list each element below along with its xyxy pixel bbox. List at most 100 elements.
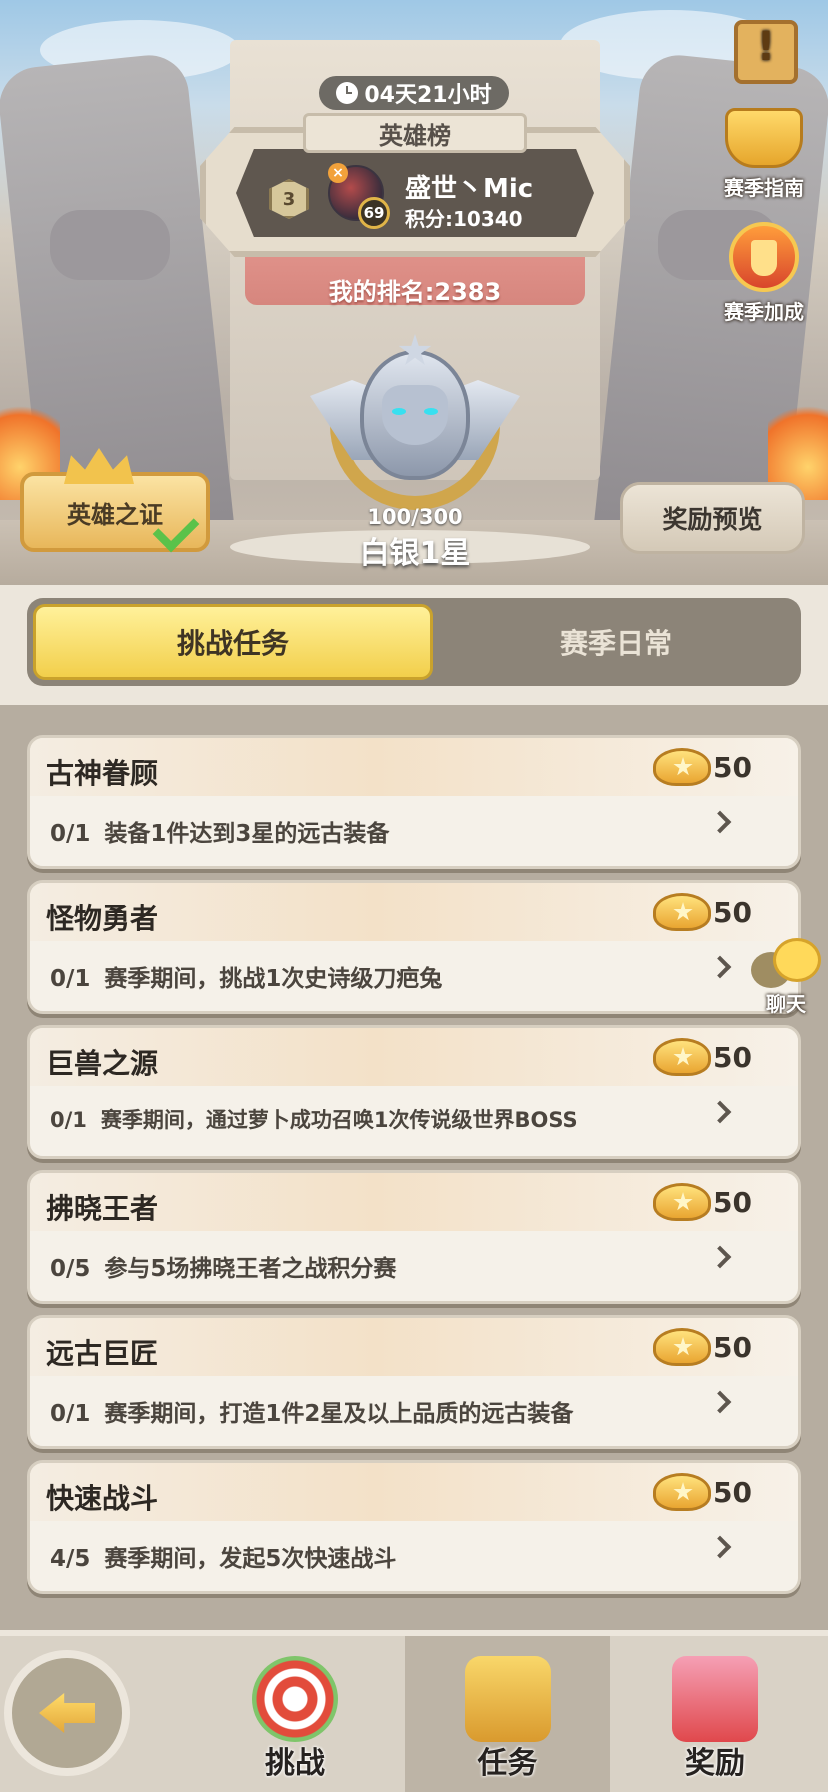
bottom-nav: 挑战 任务 奖励 xyxy=(0,1630,828,1792)
reward-preview-button[interactable]: 奖励预览 xyxy=(620,482,805,554)
task-title: 古神眷顾 xyxy=(46,757,159,790)
task-tabs: 挑战任务 赛季日常 xyxy=(27,598,801,686)
target-icon xyxy=(252,1656,338,1742)
season-countdown: 04天21小时 xyxy=(319,76,509,110)
chevron-right-icon[interactable] xyxy=(708,1390,732,1414)
task-description: 0/1 赛季期间，打造1件2星及以上品质的远古装备 xyxy=(50,1394,573,1428)
task-reward: 50 xyxy=(653,1183,752,1221)
task-desc-text: 赛季期间，挑战1次史诗级刀疤兔 xyxy=(104,966,443,992)
tab-season-daily[interactable]: 赛季日常 xyxy=(437,604,795,680)
task-progress: 4/5 xyxy=(50,1546,91,1572)
gift-icon xyxy=(672,1656,758,1742)
task-reward: 50 xyxy=(653,748,752,786)
task-card[interactable]: 远古巨匠 50 0/1 赛季期间，打造1件2星及以上品质的远古装备 xyxy=(27,1315,801,1449)
leaderboard-panel[interactable]: 英雄榜 3 × 69 盛世丶Mic 积分:10340 xyxy=(200,113,630,263)
task-progress: 0/1 xyxy=(50,821,91,847)
player-level-badge: 69 xyxy=(358,197,390,229)
nav-task[interactable]: 任务 xyxy=(405,1636,610,1792)
back-button[interactable] xyxy=(4,1650,130,1776)
task-reward-value: 50 xyxy=(713,1330,752,1364)
wolf-eye-icon xyxy=(424,408,438,415)
bonus-icon xyxy=(729,222,799,292)
chevron-right-icon[interactable] xyxy=(708,955,732,979)
task-reward: 50 xyxy=(653,1473,752,1511)
treasure-icon xyxy=(725,108,803,168)
reward-preview-label: 奖励预览 xyxy=(662,505,763,534)
task-list[interactable]: 古神眷顾 50 0/1 装备1件达到3星的远古装备 怪物勇者 50 0/1 赛季期间… xyxy=(0,705,828,1630)
task-reward-value: 50 xyxy=(713,1040,752,1074)
task-card[interactable]: 怪物勇者 50 0/1 赛季期间，挑战1次史诗级刀疤兔 xyxy=(27,880,801,1014)
medal-icon xyxy=(653,893,712,931)
task-desc-text: 赛季期间，通过萝卜成功召唤1次传说级世界BOSS xyxy=(100,1108,578,1132)
season-bonus-label: 赛季加成 xyxy=(724,300,804,324)
nav-reward-label: 奖励 xyxy=(685,1746,745,1781)
task-progress: 0/1 xyxy=(50,1401,91,1427)
task-reward-value: 50 xyxy=(713,895,752,929)
task-description: 4/5 赛季期间，发起5次快速战斗 xyxy=(50,1539,396,1573)
task-reward: 50 xyxy=(653,1328,752,1366)
nav-challenge-label: 挑战 xyxy=(265,1746,325,1781)
task-card[interactable]: 古神眷顾 50 0/1 装备1件达到3星的远古装备 xyxy=(27,735,801,869)
medal-icon xyxy=(653,1473,712,1511)
hero-proof-label: 英雄之证 xyxy=(67,500,163,529)
chevron-right-icon[interactable] xyxy=(708,1245,732,1269)
medal-icon xyxy=(653,1038,712,1076)
task-title: 拂晓王者 xyxy=(46,1192,159,1225)
season-bonus-button[interactable]: 赛季加成 xyxy=(714,222,814,325)
task-reward: 50 xyxy=(653,1038,752,1076)
task-desc-text: 装备1件达到3星的远古装备 xyxy=(104,821,390,847)
task-description: 0/5 参与5场拂晓王者之战积分赛 xyxy=(50,1249,396,1283)
nav-reward[interactable]: 奖励 xyxy=(615,1636,815,1792)
nav-challenge[interactable]: 挑战 xyxy=(195,1636,395,1792)
season-guide-button[interactable]: 赛季指南 xyxy=(714,108,814,201)
player-score: 积分:10340 xyxy=(405,207,523,231)
task-progress: 0/1 xyxy=(50,966,91,992)
task-reward-value: 50 xyxy=(713,750,752,784)
medal-icon xyxy=(653,1183,712,1221)
medal-icon xyxy=(653,1328,712,1366)
task-card[interactable]: 快速战斗 50 4/5 赛季期间，发起5次快速战斗 xyxy=(27,1460,801,1594)
chevron-right-icon[interactable] xyxy=(708,1535,732,1559)
task-title: 巨兽之源 xyxy=(46,1047,159,1080)
task-reward-value: 50 xyxy=(713,1475,752,1509)
task-reward-value: 50 xyxy=(713,1185,752,1219)
nav-task-label: 任务 xyxy=(477,1746,538,1781)
task-desc-text: 赛季期间，发起5次快速战斗 xyxy=(104,1546,397,1572)
task-title: 快速战斗 xyxy=(46,1482,159,1515)
task-card[interactable]: 拂晓王者 50 0/5 参与5场拂晓王者之战积分赛 xyxy=(27,1170,801,1304)
task-desc-text: 参与5场拂晓王者之战积分赛 xyxy=(104,1256,397,1282)
task-description: 0/1 装备1件达到3星的远古装备 xyxy=(50,814,389,848)
rank-progress: 100/300 xyxy=(367,505,463,529)
task-description: 0/1 赛季期间，挑战1次史诗级刀疤兔 xyxy=(50,959,442,993)
hero-proof-button[interactable]: 英雄之证 xyxy=(20,448,210,553)
notice-button[interactable]: ! xyxy=(716,20,816,88)
totem-face-left xyxy=(50,210,170,280)
back-arrow-icon xyxy=(39,1693,95,1733)
task-progress: 0/5 xyxy=(50,1256,91,1282)
chat-bubble-front xyxy=(773,938,821,982)
scroll-icon xyxy=(464,1656,551,1742)
notice-icon: ! xyxy=(734,20,798,84)
my-rank: 我的排名:2383 xyxy=(328,278,502,306)
rank-tier: 白银1星 xyxy=(359,536,471,571)
wolf-eye-icon xyxy=(392,408,406,415)
leaderboard-title: 英雄榜 xyxy=(303,113,527,153)
season-guide-label: 赛季指南 xyxy=(724,176,804,200)
task-desc-text: 赛季期间，打造1件2星及以上品质的远古装备 xyxy=(104,1401,574,1427)
task-card[interactable]: 巨兽之源 50 0/1 赛季期间，通过萝卜成功召唤1次传说级世界BOSS xyxy=(27,1025,801,1159)
rank-emblem[interactable] xyxy=(310,334,520,510)
wolf-icon xyxy=(382,385,448,445)
chat-button[interactable]: 聊天 xyxy=(744,938,828,1016)
chat-label: 聊天 xyxy=(766,992,806,1016)
tab-challenge-tasks[interactable]: 挑战任务 xyxy=(33,604,433,680)
countdown-text: 04天21小时 xyxy=(364,83,492,108)
player-name: 盛世丶Mic xyxy=(405,174,534,204)
chevron-right-icon[interactable] xyxy=(708,810,732,834)
close-icon: × xyxy=(328,163,348,183)
clock-icon xyxy=(336,82,359,104)
medal-icon xyxy=(653,748,712,786)
chevron-right-icon[interactable] xyxy=(708,1100,732,1124)
task-title: 远古巨匠 xyxy=(46,1337,159,1370)
task-description: 0/1 赛季期间，通过萝卜成功召唤1次传说级世界BOSS xyxy=(50,1104,578,1134)
season-hero-banner: 04天21小时 英雄榜 3 × 69 盛世丶Mic 积分:10340 我的排名:… xyxy=(0,0,828,585)
